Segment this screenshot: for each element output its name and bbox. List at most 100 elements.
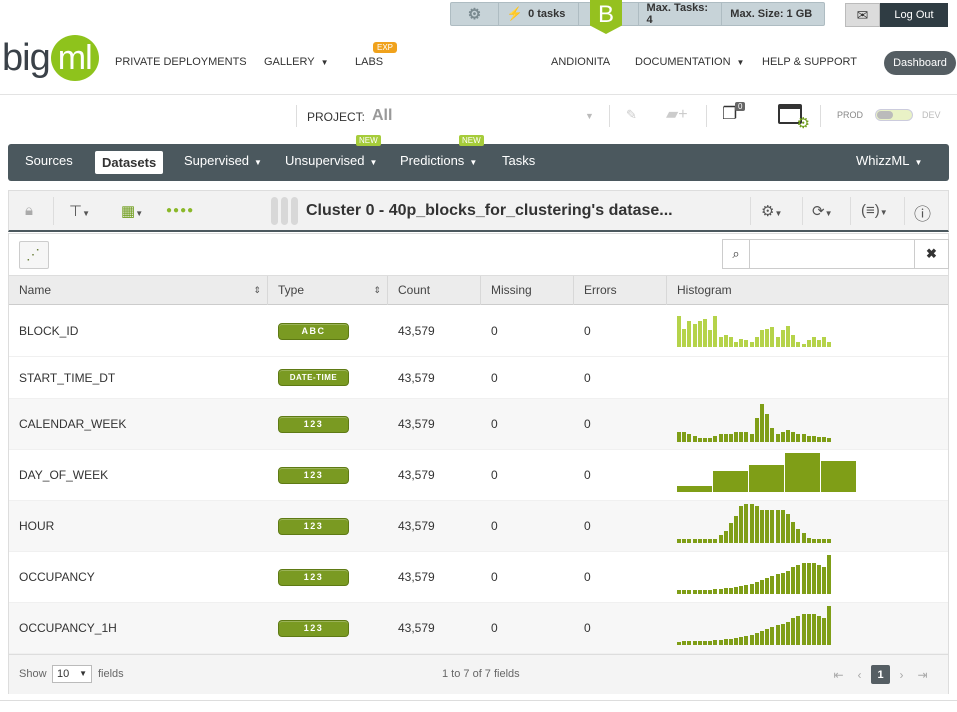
- histogram-bar: [734, 638, 739, 645]
- histogram-bar: [754, 337, 759, 347]
- histogram-bar: [770, 327, 775, 347]
- histogram-bar: [708, 641, 713, 645]
- histogram-bar: [796, 565, 801, 594]
- last-page-icon[interactable]: ⇥: [913, 665, 932, 684]
- histogram-bar: [739, 506, 744, 543]
- histogram-bar: [728, 639, 733, 645]
- tasks-counter[interactable]: ⚡ 0 tasks: [499, 3, 579, 25]
- histogram-bar: [697, 539, 702, 543]
- dashboard-button[interactable]: Dashboard: [884, 51, 956, 75]
- type-badge: ABC: [278, 322, 349, 340]
- field-name: HOUR: [19, 519, 55, 533]
- field-name: OCCUPANCY: [19, 570, 95, 584]
- search-icon[interactable]: ⌕: [723, 240, 750, 268]
- bigml-logo[interactable]: big ml: [2, 35, 99, 81]
- field-errors: 0: [584, 324, 591, 338]
- project-settings-icon[interactable]: ⚙: [778, 104, 810, 132]
- histogram-bar: [775, 510, 780, 543]
- scatterplot-button[interactable]: ⋰: [19, 241, 49, 269]
- nav-gallery[interactable]: GALLERY ▼: [264, 56, 328, 68]
- field-errors: 0: [584, 570, 591, 584]
- prod-dev-toggle[interactable]: [875, 109, 913, 121]
- tab-sources[interactable]: Sources: [25, 153, 73, 168]
- histogram-bar: [785, 571, 790, 594]
- new-project-icon[interactable]: ▰+: [666, 104, 688, 124]
- next-page-icon[interactable]: ›: [892, 665, 911, 684]
- histogram[interactable]: [677, 606, 833, 645]
- scatterplot-icon: ⋰: [26, 246, 40, 262]
- table-row[interactable]: BLOCK_ID ABC 43,579 0 0: [9, 306, 948, 357]
- tab-unsupervised[interactable]: Unsupervised ▼: [285, 153, 377, 168]
- histogram-bar: [754, 418, 759, 442]
- close-icon[interactable]: ✖: [914, 240, 948, 268]
- edit-project-icon[interactable]: ✎: [626, 107, 637, 123]
- field-count: 43,579: [398, 621, 435, 635]
- table-row[interactable]: OCCUPANCY 123 43,579 0 0: [9, 552, 948, 603]
- histogram-bar: [811, 539, 816, 543]
- project-selector[interactable]: All: [372, 107, 392, 125]
- histogram-bar: [822, 437, 827, 442]
- column-header-errors: Errors: [574, 276, 667, 305]
- table-row[interactable]: START_TIME_DT DATE-TIME 43,579 0 0: [9, 357, 948, 399]
- prev-page-icon[interactable]: ‹: [850, 665, 869, 684]
- histogram[interactable]: [677, 555, 833, 594]
- histogram[interactable]: [677, 402, 833, 442]
- first-page-icon[interactable]: ⇤: [829, 665, 848, 684]
- table-row[interactable]: OCCUPANCY_1H 123 43,579 0 0: [9, 603, 948, 654]
- settings-icon[interactable]: ⚙: [451, 3, 499, 25]
- tab-datasets[interactable]: Datasets: [95, 151, 164, 174]
- histogram-bar: [827, 555, 832, 594]
- histogram[interactable]: [677, 314, 833, 347]
- histogram-bar: [801, 563, 806, 594]
- page-size-select[interactable]: 10 ▼: [52, 665, 92, 683]
- histogram-bar: [677, 432, 681, 442]
- histogram-bar: [817, 340, 822, 347]
- tree-view-icon[interactable]: ⊤▼: [69, 202, 90, 220]
- scripts-icon[interactable]: (≡)▼: [861, 202, 888, 219]
- nav-private-deployments[interactable]: PRIVATE DEPLOYMENTS: [115, 56, 247, 68]
- logo-text-ml: ml: [50, 35, 99, 81]
- sample-icon[interactable]: ▦▼: [121, 202, 143, 220]
- histogram-bar: [796, 529, 801, 543]
- column-header-name[interactable]: Name ⇕: [9, 276, 268, 305]
- tab-predictions[interactable]: Predictions ▼: [400, 153, 477, 168]
- field-missing: 0: [491, 570, 498, 584]
- search-input[interactable]: [751, 240, 914, 268]
- nav-user[interactable]: ANDIONITA: [551, 56, 610, 68]
- histogram-bar: [739, 586, 744, 594]
- tab-supervised[interactable]: Supervised ▼: [184, 153, 262, 168]
- column-header-type[interactable]: Type ⇕: [268, 276, 388, 305]
- chevron-down-icon[interactable]: ▼: [585, 111, 594, 121]
- logout-button[interactable]: Log Out: [880, 3, 948, 27]
- field-errors: 0: [584, 621, 591, 635]
- histogram-bar: [728, 523, 733, 543]
- table-row[interactable]: DAY_OF_WEEK 123 43,579 0 0: [9, 450, 948, 501]
- histogram[interactable]: [677, 453, 857, 492]
- histogram-bar: [780, 432, 785, 442]
- histogram-bar: [682, 329, 687, 347]
- one-click-model-icon[interactable]: ⟳▼: [812, 202, 833, 220]
- histogram[interactable]: [677, 504, 833, 543]
- nav-help-support[interactable]: HELP & SUPPORT: [762, 56, 857, 68]
- info-icon[interactable]: ⓘ: [914, 200, 931, 225]
- histogram-bar: [713, 640, 718, 645]
- subscription-badge[interactable]: B: [590, 0, 622, 34]
- lock-icon[interactable]: 🔒︎: [25, 202, 33, 219]
- tab-tasks[interactable]: Tasks: [502, 153, 535, 168]
- current-page-button[interactable]: 1: [871, 665, 890, 684]
- mail-icon[interactable]: ✉: [845, 3, 880, 27]
- account-status-bar: ⚙ ⚡ 0 tasks Max. Tasks: 4 Max. Size: 1 G…: [450, 2, 825, 26]
- table-row[interactable]: HOUR 123 43,579 0 0: [9, 501, 948, 552]
- histogram-bar: [692, 539, 697, 543]
- nav-documentation[interactable]: DOCUMENTATION ▼: [635, 56, 744, 68]
- histogram-bar: [692, 436, 697, 442]
- histogram-bar: [811, 436, 816, 442]
- histogram-bar: [749, 434, 754, 442]
- tab-whizzml[interactable]: WhizzML ▼: [856, 153, 922, 168]
- nav-labs[interactable]: LABS: [355, 56, 383, 68]
- table-row[interactable]: CALENDAR_WEEK 123 43,579 0 0: [9, 399, 948, 450]
- sort-icon: ⇕: [253, 285, 261, 295]
- project-label: PROJECT:: [307, 110, 366, 124]
- histogram-bar: [687, 539, 692, 543]
- configure-gear-icon[interactable]: ⚙▼: [761, 202, 782, 220]
